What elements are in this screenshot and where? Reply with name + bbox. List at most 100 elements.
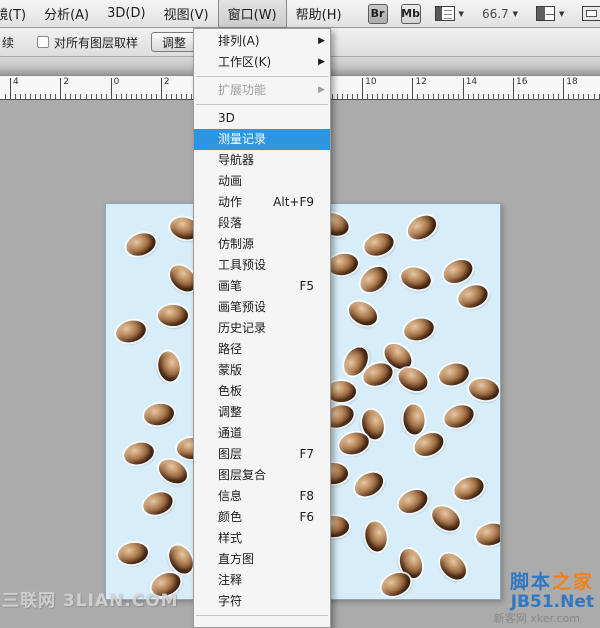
window-menu-item[interactable]: 导航器 — [194, 150, 330, 171]
ruler-minor-tick — [448, 94, 449, 99]
coffee-bean-image — [363, 520, 389, 553]
window-menu-item[interactable]: 蒙版 — [194, 360, 330, 381]
ruler-minor-tick — [151, 94, 152, 99]
window-menu-item[interactable]: 动作Alt+F9 — [194, 192, 330, 213]
submenu-arrow-icon: ▶ — [318, 31, 325, 52]
ruler-minor-tick — [50, 94, 51, 99]
coffee-bean-image — [122, 439, 156, 467]
window-menu-item-label: 仿制源 — [218, 237, 254, 251]
window-menu-item[interactable]: 样式 — [194, 528, 330, 549]
coffee-bean-image — [399, 264, 433, 292]
window-menu-item[interactable]: 直方图 — [194, 549, 330, 570]
ruler-minor-tick — [407, 94, 408, 99]
ruler-minor-tick — [543, 94, 544, 99]
ruler-unit-label: 2 — [164, 77, 170, 87]
window-menu-item-shortcut: F7 — [299, 444, 314, 465]
window-menu-item[interactable]: 注释 — [194, 570, 330, 591]
ruler-minor-tick — [347, 94, 348, 99]
window-menu-item-label: 颜色 — [218, 510, 242, 524]
menubar-item[interactable]: 帮助(H) — [287, 0, 351, 27]
ruler-unit-label: 12 — [415, 77, 426, 87]
watermark-site-name-blue: 脚本 — [510, 571, 552, 593]
window-menu-item[interactable]: 画笔预设 — [194, 297, 330, 318]
ruler-minor-tick — [176, 94, 177, 99]
ruler-minor-tick — [468, 94, 469, 99]
window-menu-item[interactable]: 测量记录 — [194, 129, 330, 150]
window-menu-item[interactable]: 3D — [194, 108, 330, 129]
window-menu-item-shortcut: Alt+F9 — [273, 192, 314, 213]
window-menu-item-label: 画笔 — [218, 279, 242, 293]
ruler-minor-tick — [146, 94, 147, 99]
window-menu-item[interactable]: 调整 — [194, 402, 330, 423]
window-menu-item-shortcut: F8 — [299, 486, 314, 507]
ruler-minor-tick — [352, 94, 353, 99]
ruler-minor-tick — [80, 94, 81, 99]
ruler-minor-tick — [20, 94, 21, 99]
panel-toggle-control[interactable]: ▼ — [435, 6, 464, 21]
window-menu-item[interactable]: 动画 — [194, 171, 330, 192]
ruler-minor-tick — [166, 94, 167, 99]
ruler-minor-tick — [433, 94, 434, 99]
ruler-minor-tick — [573, 94, 574, 99]
zoom-level-value: 66.7 — [482, 7, 509, 21]
menubar-item[interactable]: 窗口(W) — [218, 0, 287, 28]
ruler-minor-tick — [503, 94, 504, 99]
coffee-bean-image — [155, 455, 191, 488]
window-menu-item[interactable]: 扩展功能▶ — [194, 80, 330, 101]
window-menu-item[interactable]: 颜色F6 — [194, 507, 330, 528]
window-menu-item[interactable]: 信息 F8 — [194, 486, 330, 507]
coffee-bean-image — [156, 350, 182, 383]
ruler-minor-tick — [91, 94, 92, 99]
window-menu-item[interactable]: 仿制源 — [194, 234, 330, 255]
ruler-minor-tick — [599, 94, 600, 99]
window-menu-item[interactable]: 历史记录 — [194, 318, 330, 339]
coffee-bean-image — [326, 252, 359, 278]
window-menu-item[interactable]: 画笔 F5 — [194, 276, 330, 297]
ruler-minor-tick — [191, 94, 192, 99]
window-menu-item[interactable]: 图层F7 — [194, 444, 330, 465]
menubar-item[interactable]: 视图(V) — [155, 0, 218, 27]
ruler-unit-label: 4 — [13, 77, 19, 87]
window-menu-item[interactable]: 色板 — [194, 381, 330, 402]
ruler-minor-tick — [116, 94, 117, 99]
ruler-unit-label: 16 — [516, 77, 527, 87]
zoom-level-control[interactable]: 66.7 ▼ — [482, 7, 518, 21]
window-menu-item[interactable]: 路径 — [194, 339, 330, 360]
ruler-minor-tick — [367, 94, 368, 99]
window-menu-item[interactable]: 段落 — [194, 213, 330, 234]
coffee-bean-image — [140, 489, 175, 519]
ruler-minor-tick — [518, 94, 519, 99]
window-menu-item[interactable]: 通道 — [194, 423, 330, 444]
menubar-item[interactable]: 镜(T) — [0, 0, 35, 27]
menubar-item[interactable]: 分析(A) — [35, 0, 98, 27]
window-menu-item-label: 信息 — [218, 489, 242, 503]
watermark-3lian: 三联网 3LIAN.COM — [2, 586, 179, 611]
coffee-bean-image — [474, 520, 501, 548]
ruler-minor-tick — [493, 94, 494, 99]
ruler-minor-tick — [417, 94, 418, 99]
ruler-minor-tick — [488, 94, 489, 99]
ruler-minor-tick — [186, 94, 187, 99]
launch-mini-bridge-button[interactable]: Mb — [401, 4, 421, 24]
window-menu-item[interactable]: 图层复合 — [194, 465, 330, 486]
ruler-minor-tick — [45, 94, 46, 99]
ruler-minor-tick — [70, 94, 71, 99]
coffee-bean-image — [402, 404, 426, 436]
ruler-minor-tick — [548, 94, 549, 99]
coffee-bean-image — [437, 360, 471, 388]
launch-bridge-button[interactable]: Br — [368, 4, 388, 24]
ruler-minor-tick — [588, 94, 589, 99]
window-menu-item-shortcut: F5 — [299, 276, 314, 297]
menu-bar-items: 镜(T)分析(A)3D(D)视图(V)窗口(W)帮助(H) — [0, 0, 351, 28]
sample-all-layers-checkbox[interactable] — [37, 36, 49, 48]
menubar-item[interactable]: 3D(D) — [98, 2, 154, 25]
ruler-major-tick — [412, 78, 413, 99]
arrange-documents-control[interactable]: ▼ — [536, 6, 564, 21]
screen-mode-control[interactable]: ▼ — [582, 6, 600, 21]
window-menu-item[interactable]: 排列(A)▶ — [194, 31, 330, 52]
ruler-minor-tick — [171, 94, 172, 99]
window-menu-item[interactable]: 工具预设 — [194, 255, 330, 276]
window-menu-item[interactable]: 字符 — [194, 591, 330, 612]
window-menu-item[interactable]: 工作区(K)▶ — [194, 52, 330, 73]
ruler-minor-tick — [553, 94, 554, 99]
